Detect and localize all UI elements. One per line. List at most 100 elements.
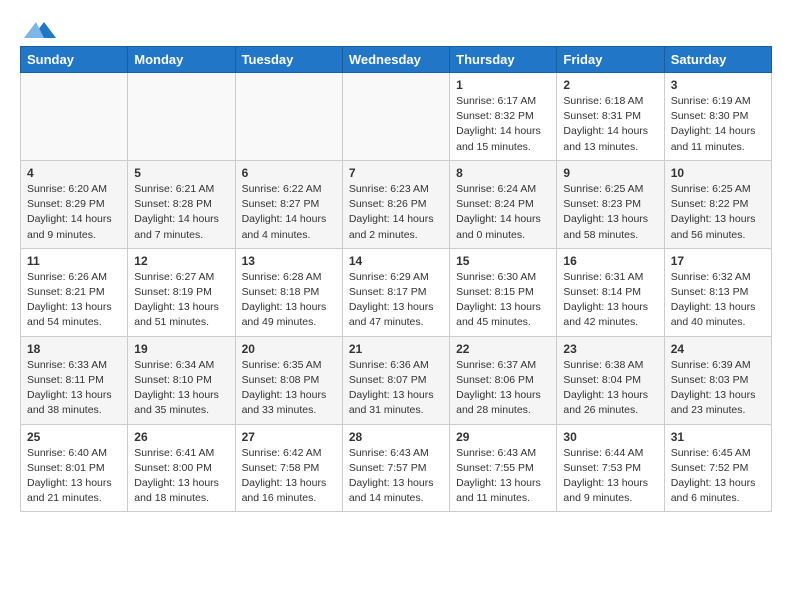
day-info: Sunrise: 6:43 AM Sunset: 7:57 PM Dayligh… — [349, 446, 443, 507]
day-number: 18 — [27, 342, 121, 356]
calendar-day-cell: 14 Sunrise: 6:29 AM Sunset: 8:17 PM Dayli… — [342, 248, 449, 336]
day-number: 1 — [456, 78, 550, 92]
calendar-day-cell: 8 Sunrise: 6:24 AM Sunset: 8:24 PM Daylig… — [450, 160, 557, 248]
day-number: 24 — [671, 342, 765, 356]
day-info: Sunrise: 6:27 AM Sunset: 8:19 PM Dayligh… — [134, 270, 228, 331]
day-number: 23 — [563, 342, 657, 356]
day-number: 4 — [27, 166, 121, 180]
calendar-day-cell: 30 Sunrise: 6:44 AM Sunset: 7:53 PM Dayli… — [557, 424, 664, 512]
calendar-week-row: 25Sunrise: 6:40 AM Sunset: 8:01 PM Dayli… — [21, 424, 772, 512]
day-number: 6 — [242, 166, 336, 180]
calendar-day-cell: 9 Sunrise: 6:25 AM Sunset: 8:23 PM Daylig… — [557, 160, 664, 248]
day-info: Sunrise: 6:43 AM Sunset: 7:55 PM Dayligh… — [456, 446, 550, 507]
day-number: 31 — [671, 430, 765, 444]
day-info: Sunrise: 6:42 AM Sunset: 7:58 PM Dayligh… — [242, 446, 336, 507]
day-number: 25 — [27, 430, 121, 444]
day-info: Sunrise: 6:28 AM Sunset: 8:18 PM Dayligh… — [242, 270, 336, 331]
calendar-day-cell — [21, 73, 128, 161]
calendar-week-row: 18 Sunrise: 6:33 AM Sunset: 8:11 PM Dayli… — [21, 336, 772, 424]
calendar-day-cell: 16 Sunrise: 6:31 AM Sunset: 8:14 PM Dayli… — [557, 248, 664, 336]
day-number: 20 — [242, 342, 336, 356]
day-number: 29 — [456, 430, 550, 444]
calendar-day-cell: 22 Sunrise: 6:37 AM Sunset: 8:06 PM Dayli… — [450, 336, 557, 424]
day-info: Sunrise: 6:45 AM Sunset: 7:52 PM Dayligh… — [671, 446, 765, 507]
day-number: 9 — [563, 166, 657, 180]
day-info: Sunrise: 6:31 AM Sunset: 8:14 PM Dayligh… — [563, 270, 657, 331]
day-info: Sunrise: 6:21 AM Sunset: 8:28 PM Dayligh… — [134, 182, 228, 243]
day-number: 3 — [671, 78, 765, 92]
day-number: 28 — [349, 430, 443, 444]
calendar-day-cell — [235, 73, 342, 161]
calendar-day-cell: 29 Sunrise: 6:43 AM Sunset: 7:55 PM Dayli… — [450, 424, 557, 512]
calendar-day-cell: 12 Sunrise: 6:27 AM Sunset: 8:19 PM Dayli… — [128, 248, 235, 336]
day-number: 8 — [456, 166, 550, 180]
day-number: 30 — [563, 430, 657, 444]
calendar-day-cell — [128, 73, 235, 161]
day-info: Sunrise: 6:37 AM Sunset: 8:06 PM Dayligh… — [456, 358, 550, 419]
day-number: 26 — [134, 430, 228, 444]
day-number: 10 — [671, 166, 765, 180]
day-number: 5 — [134, 166, 228, 180]
day-number: 7 — [349, 166, 443, 180]
day-number: 21 — [349, 342, 443, 356]
day-info: Sunrise: 6:22 AM Sunset: 8:27 PM Dayligh… — [242, 182, 336, 243]
day-info: Sunrise: 6:36 AM Sunset: 8:07 PM Dayligh… — [349, 358, 443, 419]
day-info: Sunrise: 6:33 AM Sunset: 8:11 PM Dayligh… — [27, 358, 121, 419]
logo — [20, 20, 56, 40]
calendar-day-cell: 11 Sunrise: 6:26 AM Sunset: 8:21 PM Dayli… — [21, 248, 128, 336]
day-info: Sunrise: 6:38 AM Sunset: 8:04 PM Dayligh… — [563, 358, 657, 419]
day-info: Sunrise: 6:44 AM Sunset: 7:53 PM Dayligh… — [563, 446, 657, 507]
day-number: 14 — [349, 254, 443, 268]
calendar-header-thursday: Thursday — [450, 47, 557, 73]
header — [20, 20, 772, 40]
calendar: SundayMondayTuesdayWednesdayThursdayFrid… — [20, 46, 772, 512]
day-info: Sunrise: 6:39 AM Sunset: 8:03 PM Dayligh… — [671, 358, 765, 419]
calendar-day-cell: 2 Sunrise: 6:18 AM Sunset: 8:31 PM Daylig… — [557, 73, 664, 161]
calendar-day-cell: 27 Sunrise: 6:42 AM Sunset: 7:58 PM Dayli… — [235, 424, 342, 512]
calendar-day-cell: 19Sunrise: 6:34 AM Sunset: 8:10 PM Dayli… — [128, 336, 235, 424]
calendar-day-cell: 17Sunrise: 6:32 AM Sunset: 8:13 PM Dayli… — [664, 248, 771, 336]
day-info: Sunrise: 6:17 AM Sunset: 8:32 PM Dayligh… — [456, 94, 550, 155]
day-number: 17 — [671, 254, 765, 268]
day-info: Sunrise: 6:25 AM Sunset: 8:23 PM Dayligh… — [563, 182, 657, 243]
day-info: Sunrise: 6:25 AM Sunset: 8:22 PM Dayligh… — [671, 182, 765, 243]
calendar-day-cell: 18 Sunrise: 6:33 AM Sunset: 8:11 PM Dayli… — [21, 336, 128, 424]
calendar-day-cell: 20 Sunrise: 6:35 AM Sunset: 8:08 PM Dayli… — [235, 336, 342, 424]
day-number: 12 — [134, 254, 228, 268]
day-number: 13 — [242, 254, 336, 268]
day-info: Sunrise: 6:23 AM Sunset: 8:26 PM Dayligh… — [349, 182, 443, 243]
day-info: Sunrise: 6:41 AM Sunset: 8:00 PM Dayligh… — [134, 446, 228, 507]
day-number: 27 — [242, 430, 336, 444]
day-number: 15 — [456, 254, 550, 268]
calendar-header-monday: Monday — [128, 47, 235, 73]
calendar-day-cell: 31 Sunrise: 6:45 AM Sunset: 7:52 PM Dayli… — [664, 424, 771, 512]
day-number: 2 — [563, 78, 657, 92]
calendar-header-sunday: Sunday — [21, 47, 128, 73]
calendar-day-cell: 7 Sunrise: 6:23 AM Sunset: 8:26 PM Daylig… — [342, 160, 449, 248]
calendar-header-row: SundayMondayTuesdayWednesdayThursdayFrid… — [21, 47, 772, 73]
calendar-day-cell: 28 Sunrise: 6:43 AM Sunset: 7:57 PM Dayli… — [342, 424, 449, 512]
calendar-day-cell: 6 Sunrise: 6:22 AM Sunset: 8:27 PM Daylig… — [235, 160, 342, 248]
day-info: Sunrise: 6:24 AM Sunset: 8:24 PM Dayligh… — [456, 182, 550, 243]
day-info: Sunrise: 6:18 AM Sunset: 8:31 PM Dayligh… — [563, 94, 657, 155]
calendar-header-saturday: Saturday — [664, 47, 771, 73]
day-number: 19 — [134, 342, 228, 356]
calendar-header-wednesday: Wednesday — [342, 47, 449, 73]
calendar-day-cell: 4Sunrise: 6:20 AM Sunset: 8:29 PM Daylig… — [21, 160, 128, 248]
day-number: 11 — [27, 254, 121, 268]
calendar-header-friday: Friday — [557, 47, 664, 73]
calendar-header-tuesday: Tuesday — [235, 47, 342, 73]
day-info: Sunrise: 6:35 AM Sunset: 8:08 PM Dayligh… — [242, 358, 336, 419]
calendar-day-cell: 3 Sunrise: 6:19 AM Sunset: 8:30 PM Daylig… — [664, 73, 771, 161]
calendar-day-cell: 10 Sunrise: 6:25 AM Sunset: 8:22 PM Dayli… — [664, 160, 771, 248]
calendar-day-cell: 23 Sunrise: 6:38 AM Sunset: 8:04 PM Dayli… — [557, 336, 664, 424]
day-number: 22 — [456, 342, 550, 356]
calendar-day-cell: 24 Sunrise: 6:39 AM Sunset: 8:03 PM Dayli… — [664, 336, 771, 424]
day-info: Sunrise: 6:19 AM Sunset: 8:30 PM Dayligh… — [671, 94, 765, 155]
calendar-day-cell: 13 Sunrise: 6:28 AM Sunset: 8:18 PM Dayli… — [235, 248, 342, 336]
day-info: Sunrise: 6:29 AM Sunset: 8:17 PM Dayligh… — [349, 270, 443, 331]
day-info: Sunrise: 6:26 AM Sunset: 8:21 PM Dayligh… — [27, 270, 121, 331]
day-number: 16 — [563, 254, 657, 268]
calendar-day-cell: 26 Sunrise: 6:41 AM Sunset: 8:00 PM Dayli… — [128, 424, 235, 512]
calendar-day-cell: 25Sunrise: 6:40 AM Sunset: 8:01 PM Dayli… — [21, 424, 128, 512]
